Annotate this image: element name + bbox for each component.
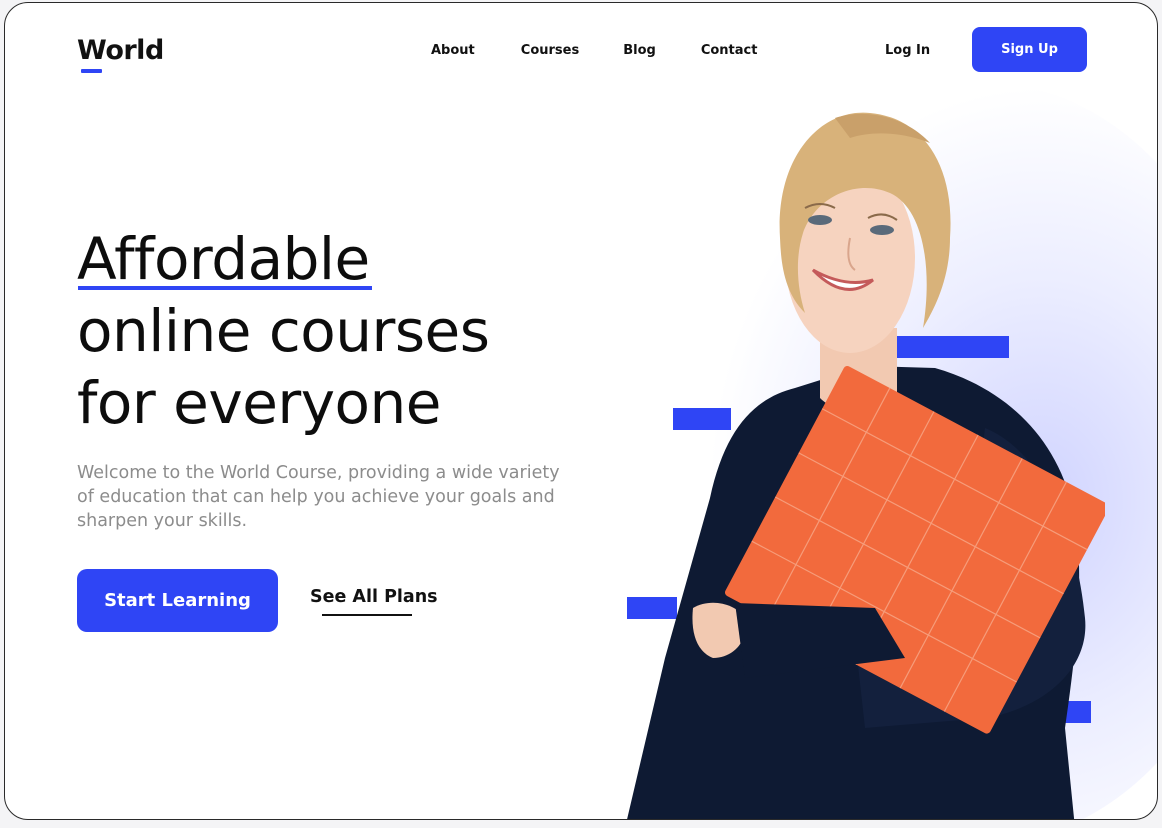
hero-description: Welcome to the World Course, providing a… bbox=[77, 463, 560, 531]
see-all-plans-underline bbox=[322, 614, 412, 616]
headline-word-affordable: Affordable bbox=[77, 225, 370, 293]
headline-line-2: online courses bbox=[77, 297, 490, 365]
headline-line-1: Affordable bbox=[77, 223, 372, 295]
hero-headline: Affordable online courses for everyone bbox=[77, 223, 490, 439]
signup-button[interactable]: Sign Up bbox=[972, 27, 1087, 72]
hero-person-image bbox=[627, 112, 1105, 819]
nav-contact[interactable]: Contact bbox=[701, 43, 758, 58]
logo[interactable]: World bbox=[77, 35, 164, 73]
logo-text: World bbox=[77, 35, 164, 66]
start-learning-button[interactable]: Start Learning bbox=[77, 569, 278, 632]
logo-accent-bar bbox=[81, 69, 102, 73]
login-link[interactable]: Log In bbox=[885, 43, 930, 58]
nav-about[interactable]: About bbox=[431, 43, 475, 58]
main-nav: About Courses Blog Contact bbox=[431, 43, 803, 58]
headline-line-3: for everyone bbox=[77, 369, 441, 437]
see-all-plans-link[interactable]: See All Plans bbox=[310, 587, 438, 607]
browser-frame: World About Courses Blog Contact Log In … bbox=[4, 2, 1158, 820]
headline-underline bbox=[78, 286, 372, 290]
nav-courses[interactable]: Courses bbox=[521, 43, 579, 58]
nav-blog[interactable]: Blog bbox=[623, 43, 656, 58]
